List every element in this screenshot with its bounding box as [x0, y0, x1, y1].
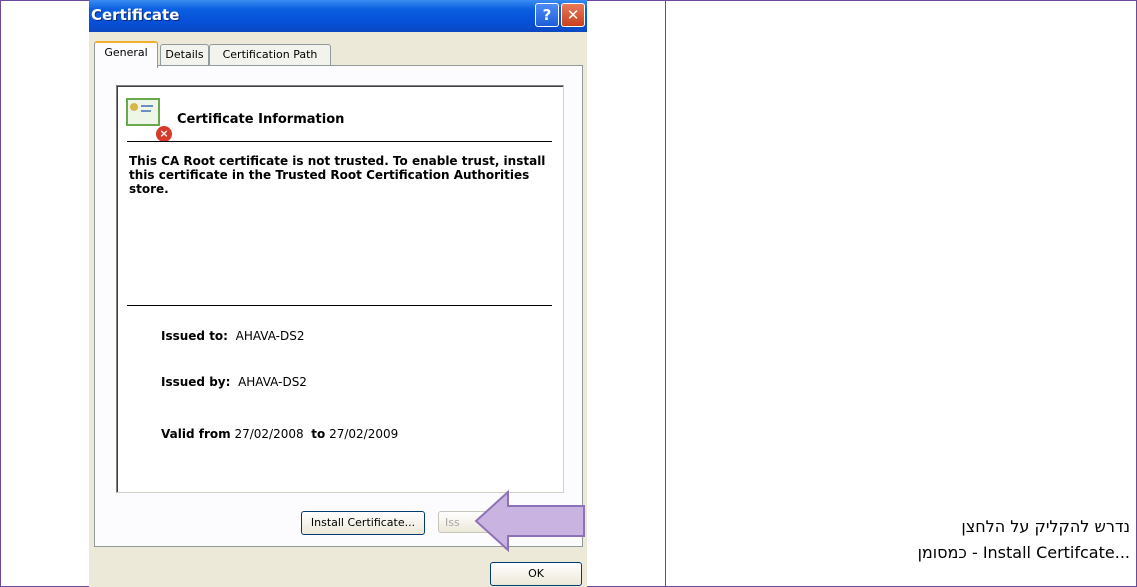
valid-to-value: 27/02/2009: [329, 427, 399, 441]
valid-row: Valid from 27/02/2008 to 27/02/2009: [161, 427, 398, 441]
divider-top: [127, 141, 552, 142]
issued-by-value: AHAVA-DS2: [238, 375, 307, 389]
caption-line-1: נדרש להקליק על הלחצן: [961, 517, 1130, 536]
instruction-caption: נדרש להקליק על הלחצן ...Install Certifca…: [700, 514, 1130, 566]
title-bar: Certificate ? ✕: [89, 0, 587, 32]
close-button[interactable]: ✕: [561, 3, 585, 27]
tab-general[interactable]: General: [94, 41, 158, 68]
close-icon: ✕: [566, 6, 580, 24]
help-button[interactable]: ?: [535, 3, 559, 27]
help-icon: ?: [542, 6, 552, 24]
valid-from-label: Valid from: [161, 427, 231, 441]
issued-by-label: Issued by:: [161, 375, 231, 389]
issued-to-row: Issued to: AHAVA-DS2: [161, 329, 305, 343]
highlight-arrow-icon: [474, 490, 585, 552]
issued-to-value: AHAVA-DS2: [235, 329, 305, 343]
issued-by-row: Issued by: AHAVA-DS2: [161, 375, 307, 389]
install-certificate-button[interactable]: Install Certificate...: [301, 511, 425, 535]
tab-details[interactable]: Details: [160, 44, 209, 65]
ok-button[interactable]: OK: [490, 562, 582, 586]
issued-to-label: Issued to:: [161, 329, 228, 343]
caption-line-2: ...Install Certifcate - כמסומן: [917, 543, 1130, 562]
certificate-info-box: × Certificate Information This CA Root c…: [116, 85, 564, 493]
certificate-icon: ×: [126, 98, 173, 143]
divider-bottom: [127, 305, 552, 306]
info-title: Certificate Information: [177, 112, 345, 127]
certificate-dialog: Certificate ? ✕ General Details Certific…: [89, 0, 587, 587]
valid-to-label: to: [311, 427, 326, 441]
dialog-title: Certificate: [91, 6, 180, 24]
column-divider: [665, 0, 666, 587]
trust-warning-text: This CA Root certificate is not trusted.…: [129, 154, 546, 196]
tab-certification-path[interactable]: Certification Path: [209, 44, 331, 65]
valid-from-value: 27/02/2008: [234, 427, 304, 441]
